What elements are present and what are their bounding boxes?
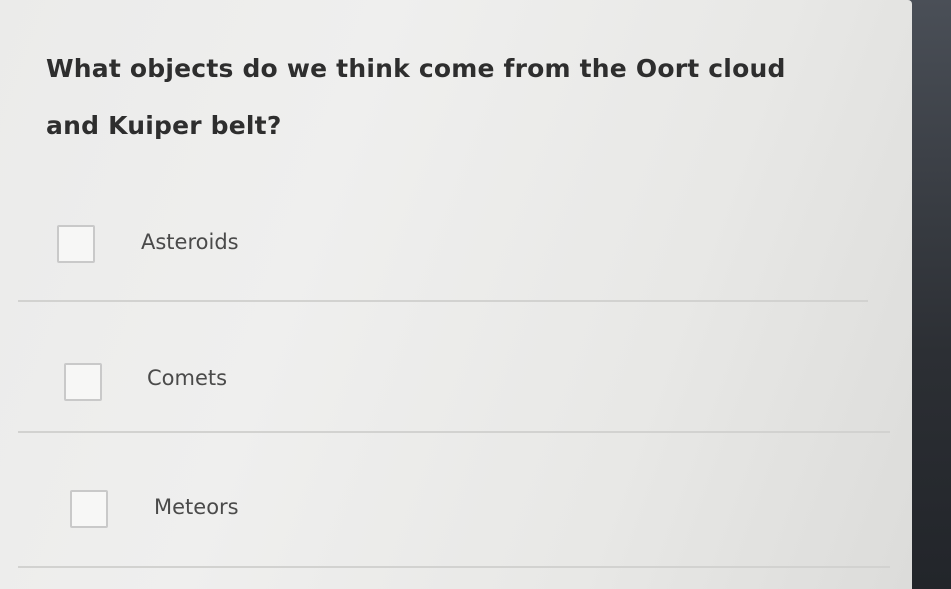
checkbox-comets[interactable]	[64, 363, 102, 401]
option-divider	[18, 431, 890, 433]
option-divider	[18, 566, 890, 568]
question-text: What objects do we think come from the O…	[46, 54, 786, 140]
question-card: What objects do we think come from the O…	[0, 0, 912, 589]
option-label-comets: Comets	[147, 366, 228, 390]
option-label-asteroids: Asteroids	[141, 230, 239, 254]
option-asteroids[interactable]: Asteroids	[0, 215, 890, 275]
checkbox-meteors[interactable]	[70, 490, 108, 528]
option-comets[interactable]: Comets	[0, 350, 890, 410]
option-divider	[18, 300, 868, 302]
option-label-meteors: Meteors	[154, 495, 239, 519]
option-meteors[interactable]: Meteors	[0, 482, 890, 542]
checkbox-asteroids[interactable]	[57, 225, 95, 263]
